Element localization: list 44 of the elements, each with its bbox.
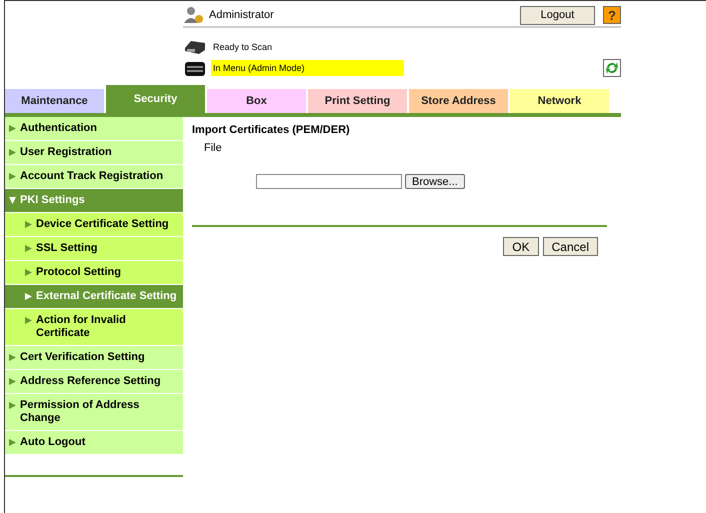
expand-icon xyxy=(25,221,32,228)
section-title: Import Certificates (PEM/DER) xyxy=(192,124,351,136)
user-name: Administrator xyxy=(209,9,275,21)
expand-icon xyxy=(9,149,16,156)
sidebar-item[interactable]: Protocol Setting xyxy=(5,261,183,285)
tab[interactable]: Store Address xyxy=(409,89,508,113)
expand-icon xyxy=(25,293,32,300)
refresh-icon xyxy=(603,59,621,77)
sidebar-item[interactable]: Cert Verification Setting xyxy=(5,346,183,370)
tab[interactable]: Network xyxy=(510,89,609,113)
user-icon xyxy=(183,6,205,24)
printer-icon xyxy=(183,38,207,56)
sidebar-item[interactable]: SSL Setting xyxy=(5,237,183,261)
tab[interactable]: Maintenance xyxy=(5,89,104,113)
expand-icon xyxy=(9,439,16,446)
expand-icon xyxy=(25,317,32,324)
logout-button[interactable]: Logout xyxy=(520,6,595,24)
sidebar-item[interactable]: Device Certificate Setting xyxy=(5,213,183,237)
sidebar-item[interactable]: Permission of Address Change xyxy=(5,394,183,431)
expand-icon xyxy=(25,269,32,276)
printer-icon xyxy=(183,59,207,77)
browse-button[interactable]: Browse... xyxy=(405,174,465,189)
sidebar-item[interactable]: Auto Logout xyxy=(5,431,183,455)
tab[interactable]: Box xyxy=(207,89,306,113)
field-label: File xyxy=(204,142,223,154)
file-field[interactable] xyxy=(256,174,402,189)
expand-icon xyxy=(25,245,32,252)
sidebar-item[interactable]: Authentication xyxy=(5,117,183,141)
collapse-icon xyxy=(9,197,16,204)
ok-button[interactable]: OK xyxy=(503,237,539,256)
sidebar-item[interactable]: Account Track Registration xyxy=(5,165,183,189)
help-button[interactable]: ? xyxy=(603,6,621,24)
sidebar-item[interactable]: User Registration xyxy=(5,141,183,165)
expand-icon xyxy=(9,402,16,409)
cancel-button[interactable]: Cancel xyxy=(542,237,598,256)
sidebar-item[interactable]: Address Reference Setting xyxy=(5,370,183,394)
sidebar-item[interactable]: Action for Invalid Certificate xyxy=(5,309,183,346)
expand-icon xyxy=(9,378,16,385)
expand-icon xyxy=(9,173,16,180)
tab[interactable]: Print Setting xyxy=(308,89,407,113)
expand-icon xyxy=(9,125,16,132)
status-text: Ready to Scan xyxy=(212,41,272,54)
status-text: In Menu (Admin Mode) xyxy=(211,60,404,76)
expand-icon xyxy=(9,354,16,361)
